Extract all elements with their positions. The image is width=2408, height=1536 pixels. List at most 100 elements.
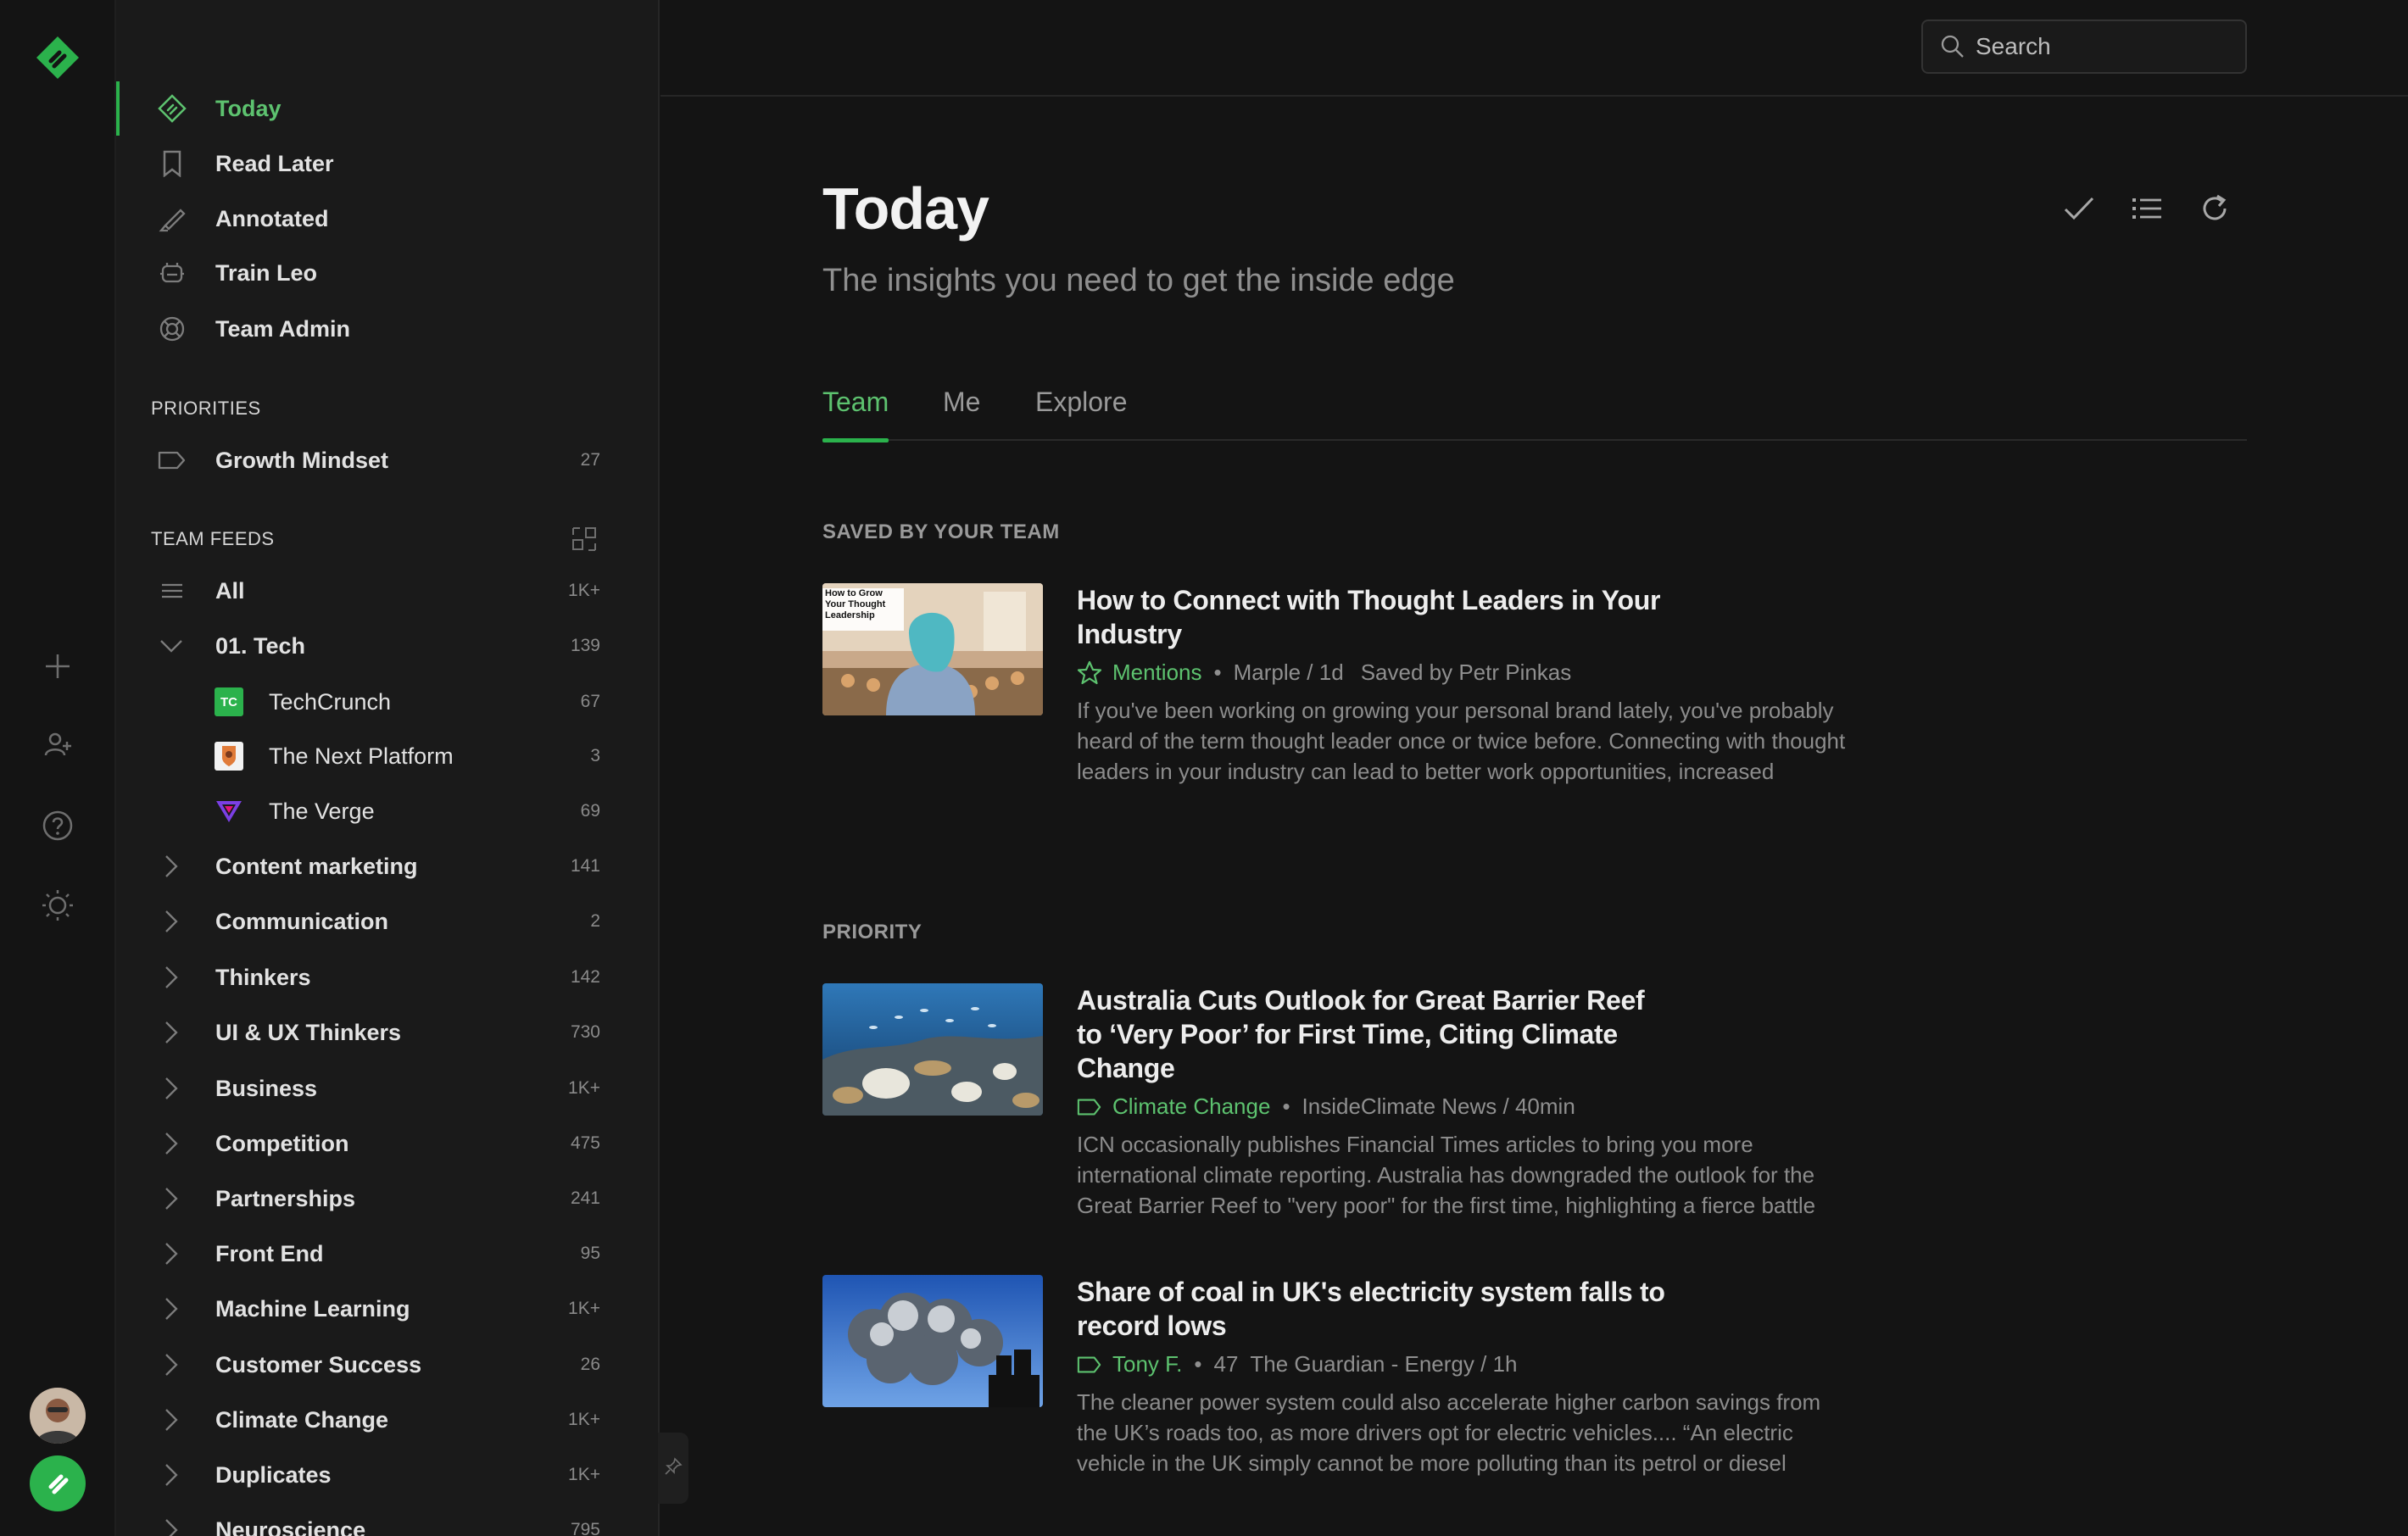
article-thumbnail[interactable] (822, 1275, 1043, 1407)
unread-count: 2 (590, 911, 600, 931)
navigation-panel: Today Read Later Annotated Train Leo Tea… (116, 0, 660, 1536)
nav-item-growth-mindset[interactable]: Growth Mindset 27 (116, 433, 658, 487)
chevron-right-icon[interactable] (159, 1241, 184, 1266)
unread-count: 26 (580, 1355, 600, 1374)
chevron-right-icon[interactable] (159, 909, 184, 934)
chevron-down-icon[interactable] (159, 633, 184, 659)
lifebuoy-icon (157, 314, 187, 344)
feedly-account-icon[interactable] (30, 1455, 86, 1511)
nav-item-team-admin[interactable]: Team Admin (116, 302, 658, 356)
chevron-right-icon[interactable] (159, 1131, 184, 1156)
feedly-logo-icon[interactable] (34, 34, 81, 81)
unread-count: 67 (580, 692, 600, 711)
engagement-count: 47 (1213, 1351, 1239, 1377)
search-icon (1940, 34, 1965, 59)
tab-explore[interactable]: Explore (1035, 376, 1128, 441)
nav-item-neuroscience[interactable]: Neuroscience 795 (116, 1503, 658, 1536)
theme-toggle-icon[interactable] (36, 883, 80, 927)
nav-item-content-marketing[interactable]: Content marketing 141 (116, 839, 658, 893)
search-placeholder: Search (1976, 33, 2051, 59)
nav-item-label: Growth Mindset (215, 447, 388, 473)
nav-item-today[interactable]: Today (116, 81, 658, 136)
nav-item-read-later[interactable]: Read Later (116, 136, 658, 191)
chevron-right-icon[interactable] (159, 1517, 184, 1536)
nav-item-machine-learning[interactable]: Machine Learning 1K+ (116, 1282, 658, 1336)
nav-item-annotated[interactable]: Annotated (116, 192, 658, 246)
article-title[interactable]: How to Connect with Thought Leaders in Y… (1077, 583, 1670, 651)
help-icon[interactable] (36, 804, 80, 848)
nav-item-01-tech[interactable]: 01. Tech 139 (116, 619, 658, 673)
article-thumbnail[interactable] (822, 983, 1043, 1116)
nav-item-climate-change[interactable]: Climate Change 1K+ (116, 1393, 658, 1447)
page-title: Today (822, 175, 989, 242)
customize-feeds-icon[interactable] (571, 526, 598, 553)
unread-count: 1K+ (568, 581, 600, 600)
refresh-icon[interactable] (2196, 190, 2233, 227)
pin-sidebar-button[interactable] (658, 1433, 688, 1504)
article-thumbnail[interactable]: How to Grow Your Thought Leadership (822, 583, 1043, 715)
chevron-right-icon[interactable] (159, 965, 184, 990)
nav-item-the-verge[interactable]: The Verge 69 (116, 784, 658, 838)
unread-count: 141 (570, 856, 600, 876)
nav-item-front-end[interactable]: Front End 95 (116, 1227, 658, 1281)
chevron-right-icon[interactable] (159, 1020, 184, 1045)
next-platform-logo-icon (215, 742, 243, 771)
nav-item-competition[interactable]: Competition 475 (116, 1116, 658, 1171)
article-meta: Mentions • Marple / 1d Saved by Petr Pin… (1077, 659, 1571, 686)
user-avatar[interactable] (30, 1388, 86, 1444)
list-icon (157, 576, 187, 606)
nav-item-thinkers[interactable]: Thinkers 142 (116, 950, 658, 1005)
nav-item-business[interactable]: Business 1K+ (116, 1061, 658, 1116)
chevron-right-icon[interactable] (159, 1407, 184, 1433)
nav-item-label: Customer Success (215, 1351, 422, 1377)
chevron-right-icon[interactable] (159, 1462, 184, 1488)
article-tag[interactable]: Climate Change (1112, 1094, 1270, 1120)
thumbnail-caption-line: Leadership (825, 610, 875, 621)
article-title[interactable]: Australia Cuts Outlook for Great Barrier… (1077, 983, 1670, 1085)
article-summary: The cleaner power system could also acce… (1077, 1389, 1821, 1476)
nav-item-techcrunch[interactable]: TC TechCrunch 67 (116, 675, 658, 729)
unread-count: 730 (570, 1022, 600, 1042)
tab-team[interactable]: Team (822, 376, 889, 442)
nav-item-all[interactable]: All 1K+ (116, 564, 658, 618)
tag-icon (157, 445, 187, 476)
mark-as-read-icon[interactable] (2060, 190, 2098, 227)
chevron-right-icon[interactable] (159, 854, 184, 879)
nav-item-duplicates[interactable]: Duplicates 1K+ (116, 1448, 658, 1502)
techcrunch-logo-icon: TC (215, 687, 243, 716)
article-source[interactable]: The Guardian - Energy / 1h (1250, 1351, 1517, 1377)
nav-item-partnerships[interactable]: Partnerships 241 (116, 1171, 658, 1226)
article-tag[interactable]: Tony F. (1112, 1351, 1182, 1377)
feedly-icon (157, 93, 187, 124)
article-source[interactable]: InsideClimate News / 40min (1302, 1094, 1575, 1120)
nav-item-train-leo[interactable]: Train Leo (116, 246, 658, 300)
article-title[interactable]: Share of coal in UK's electricity system… (1077, 1275, 1670, 1343)
article-meta: Tony F. • 47 The Guardian - Energy / 1h (1077, 1351, 1517, 1377)
nav-item-label: Annotated (215, 205, 329, 231)
feed-tabs: Team Me Explore (822, 376, 2247, 442)
unread-count: 1K+ (568, 1465, 600, 1484)
nav-item-label: Today (215, 95, 281, 121)
article-tag[interactable]: Mentions (1112, 659, 1202, 686)
nav-item-customer-success[interactable]: Customer Success 26 (116, 1338, 658, 1392)
search-input[interactable]: Search (1921, 19, 2247, 74)
article-source[interactable]: Marple / 1d (1234, 659, 1344, 686)
tab-me[interactable]: Me (943, 376, 980, 441)
nav-item-label: Communication (215, 908, 389, 934)
chevron-right-icon[interactable] (159, 1076, 184, 1101)
chevron-right-icon[interactable] (159, 1352, 184, 1377)
nav-item-communication[interactable]: Communication 2 (116, 894, 658, 949)
nav-item-label: Thinkers (215, 964, 311, 990)
chevron-right-icon[interactable] (159, 1186, 184, 1211)
nav-item-ui-ux-thinkers[interactable]: UI & UX Thinkers 730 (116, 1005, 658, 1060)
nav-item-label: The Verge (269, 798, 375, 824)
add-user-icon[interactable] (36, 722, 80, 766)
nav-item-label: Business (215, 1075, 318, 1101)
add-icon[interactable] (36, 644, 80, 688)
chevron-right-icon[interactable] (159, 1296, 184, 1322)
section-heading-saved: SAVED BY YOUR TEAM (822, 520, 1060, 543)
nav-item-label: Neuroscience (215, 1517, 366, 1536)
nav-item-the-next-platform[interactable]: The Next Platform 3 (116, 729, 658, 783)
layout-list-icon[interactable] (2128, 190, 2166, 227)
nav-item-label: Duplicates (215, 1461, 332, 1488)
